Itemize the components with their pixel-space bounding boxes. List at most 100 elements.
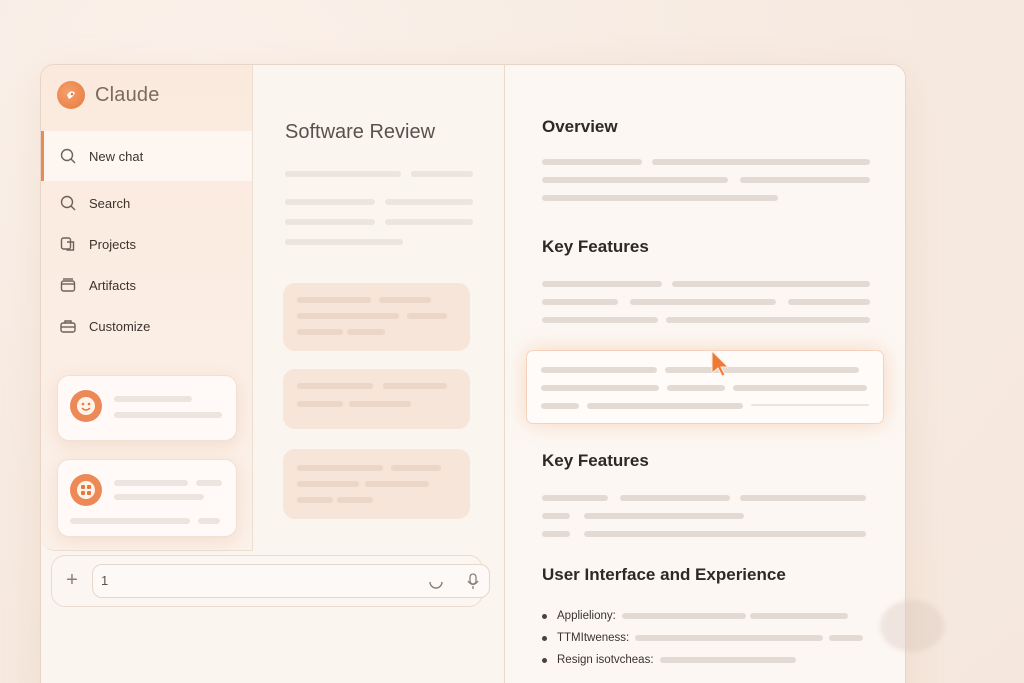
placeholder-line (385, 219, 473, 225)
search-icon (59, 194, 77, 212)
placeholder-line (297, 481, 359, 487)
placeholder-line (659, 657, 796, 663)
section-heading: Key Features (542, 237, 649, 256)
sidebar-item-customize[interactable]: Customize (41, 306, 252, 346)
recent-chat-card[interactable] (57, 459, 237, 537)
page-title: Software Review (285, 121, 436, 143)
placeholder-line (297, 383, 373, 389)
plus-icon[interactable]: + (62, 570, 82, 590)
placeholder-line (297, 465, 383, 471)
placeholder-line (411, 171, 473, 177)
placeholder-line (285, 219, 375, 225)
artifacts-icon (59, 276, 77, 294)
placeholder-line (114, 396, 192, 402)
sidebar-item-label: Search (89, 195, 131, 211)
placeholder-line (584, 513, 744, 519)
mouse-cursor-icon (711, 349, 730, 377)
placeholder-line (114, 412, 222, 418)
placeholder-line (788, 299, 870, 305)
placeholder-line (297, 313, 399, 319)
recent-chat-card[interactable] (57, 375, 237, 441)
smiley-avatar-icon (70, 390, 102, 422)
placeholder-line (652, 159, 870, 165)
highlighted-paragraph[interactable] (527, 351, 883, 423)
bullet-dot (542, 635, 547, 641)
placeholder-line (667, 385, 725, 391)
placeholder-line (542, 159, 642, 165)
sidebar-nav: New chat Search Projects Artifacts Custo… (41, 131, 252, 347)
placeholder-line (672, 281, 870, 287)
placeholder-line (541, 367, 657, 373)
placeholder-line (542, 495, 608, 501)
placeholder-line (541, 403, 579, 409)
placeholder-line (297, 401, 343, 407)
placeholder-line (114, 480, 188, 486)
placeholder-line (379, 297, 431, 303)
placeholder-line (630, 299, 776, 305)
placeholder-line (542, 281, 662, 287)
placeholder-line (584, 531, 866, 537)
placeholder-line (285, 171, 401, 177)
placeholder-line (365, 481, 429, 487)
section-heading: Key Features (542, 451, 649, 470)
placeholder-line (383, 383, 447, 389)
bullet-item: TTMItweness: (542, 627, 864, 649)
sidebar-item-new-chat[interactable]: New chat (41, 131, 252, 181)
section-heading: Overview (542, 117, 618, 136)
placeholder-line (70, 518, 190, 524)
placeholder-line (391, 465, 441, 471)
placeholder-line (114, 494, 204, 500)
message-card[interactable] (283, 449, 470, 519)
placeholder-line (285, 239, 403, 245)
claude-logo-icon (57, 81, 85, 109)
bullet-label: Applieliony: (557, 610, 616, 622)
brand-name: Claude (95, 83, 160, 106)
bullet-item: Applieliony: (542, 605, 863, 627)
sidebar-item-artifacts[interactable]: Artifacts (41, 265, 252, 305)
placeholder-line (198, 518, 220, 524)
bullet-dot (542, 657, 547, 663)
projects-icon (59, 235, 77, 253)
placeholder-line (733, 385, 867, 391)
placeholder-line (541, 385, 659, 391)
section-heading: User Interface and Experience (542, 565, 786, 584)
search-icon (59, 147, 77, 165)
sidebar-item-projects[interactable]: Projects (41, 224, 252, 264)
placeholder-line (347, 329, 385, 335)
bullet-dot (542, 613, 547, 619)
message-card[interactable] (283, 369, 470, 429)
placeholder-line (621, 613, 746, 619)
placeholder-line (542, 317, 658, 323)
bullet-list: Applieliony: TTMItweness: Resign isotvch… (542, 605, 864, 671)
placeholder-line (385, 199, 473, 205)
decorative-shadow (880, 600, 944, 652)
sidebar: Claude New chat Search Projects Artifact… (41, 65, 253, 551)
placeholder-line (829, 635, 864, 641)
sidebar-item-label: Customize (89, 318, 151, 334)
placeholder-line (196, 480, 222, 486)
placeholder-line (740, 495, 866, 501)
brand[interactable]: Claude (57, 81, 160, 109)
customize-icon (59, 317, 77, 335)
placeholder-line (297, 329, 343, 335)
placeholder-line (740, 177, 870, 183)
sidebar-item-label: New chat (89, 148, 144, 164)
sidebar-item-search[interactable]: Search (41, 183, 252, 223)
placeholder-line (587, 403, 743, 409)
placeholder-line (620, 495, 730, 501)
sidebar-item-label: Artifacts (89, 277, 136, 293)
placeholder-line (297, 497, 333, 503)
placeholder-line (542, 513, 570, 519)
placeholder-line (666, 317, 870, 323)
placeholder-line (635, 635, 824, 641)
message-card[interactable] (283, 283, 470, 351)
bullet-label: Resign isotvcheas: (557, 654, 654, 666)
placeholder-line (337, 497, 373, 503)
placeholder-line (542, 177, 728, 183)
placeholder-line (542, 195, 778, 201)
placeholder-line (297, 297, 371, 303)
bullet-item: Resign isotvcheas: (542, 649, 863, 671)
bullet-label: TTMItweness: (557, 632, 630, 644)
document-panel: Overview Key Features Key Features User … (504, 65, 905, 683)
placeholder-line (542, 531, 570, 537)
